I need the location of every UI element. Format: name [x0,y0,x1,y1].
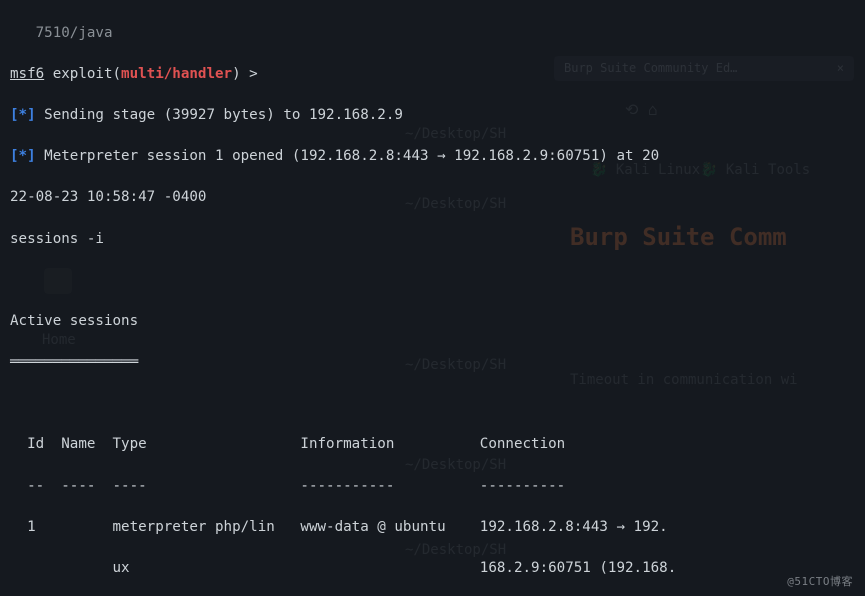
table-title: Active sessions [10,311,859,332]
table-header: Id Name Type Information Connection [10,434,859,455]
output-line: 22-08-23 10:58:47 -0400 [10,187,859,208]
table-title-underline: ═══════════════ [10,352,859,373]
command-line: sessions -i [10,229,859,250]
output-line: [*] Meterpreter session 1 opened (192.16… [10,146,859,167]
output-line: 7510/java [10,23,859,44]
prompt-line: msf6 exploit(multi/handler) > [10,64,859,85]
output-line: [*] Sending stage (39927 bytes) to 192.1… [10,105,859,126]
watermark: @51CTO博客 [787,574,853,590]
table-header-underline: -- ---- ---- ----------- ---------- [10,476,859,497]
table-row: ux 168.2.9:60751 (192.168. [10,558,859,579]
blank-line [10,270,859,291]
terminal[interactable]: 7510/java msf6 exploit(multi/handler) > … [0,0,865,596]
blank-line [10,393,859,414]
table-row: 1 meterpreter php/lin www-data @ ubuntu … [10,517,859,538]
